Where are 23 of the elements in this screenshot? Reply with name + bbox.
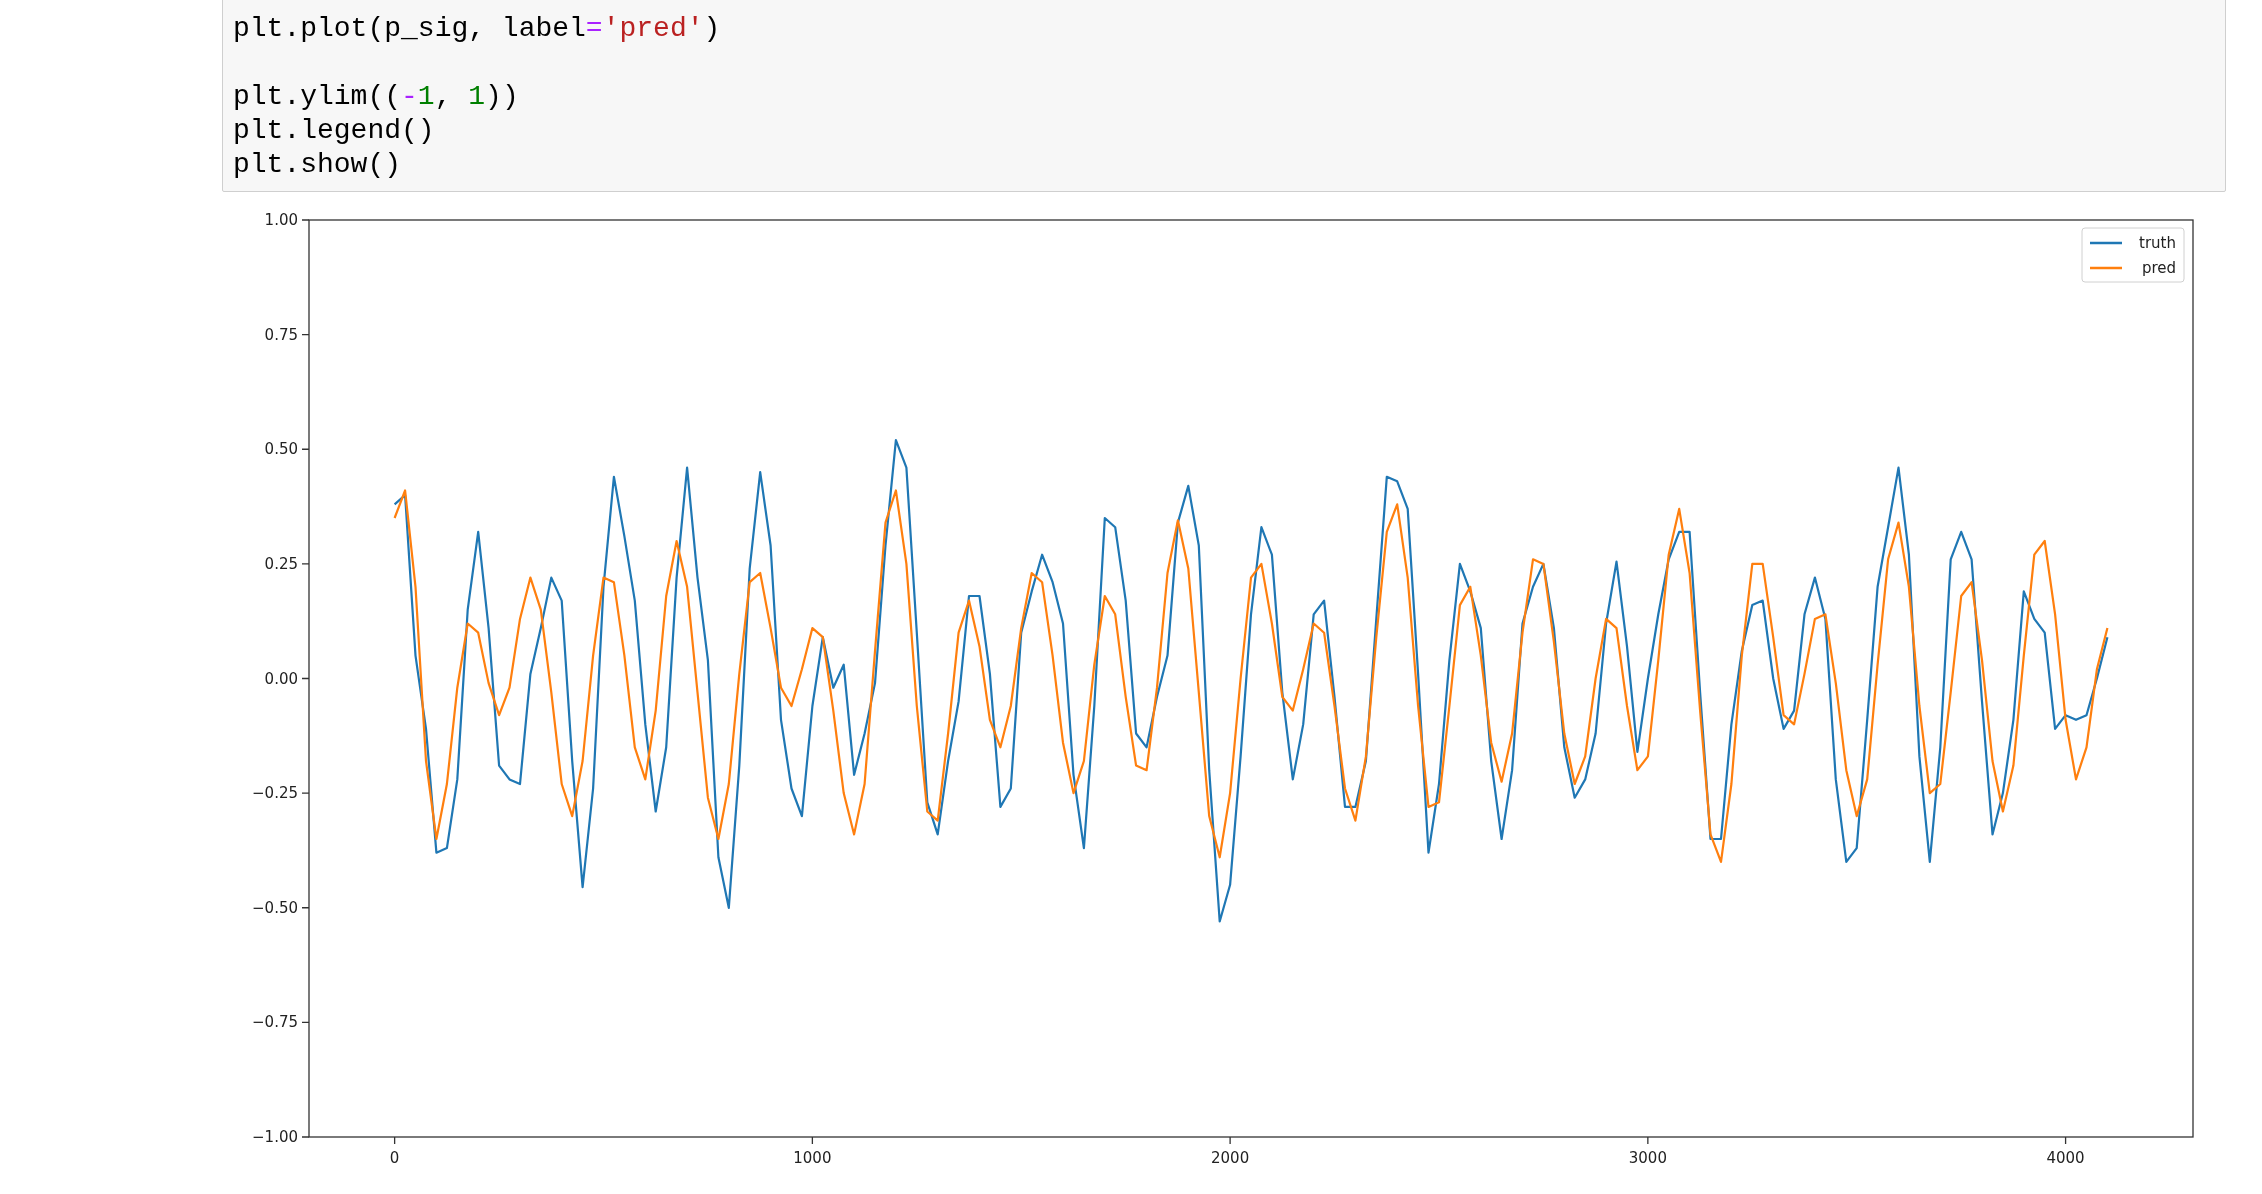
axis-tick-label: 0.50 bbox=[264, 440, 298, 459]
legend-line-sample bbox=[2090, 241, 2122, 245]
code-line: plt.plot(p_sig, label='pred') bbox=[233, 12, 722, 46]
axis-tick-label: −1.00 bbox=[252, 1128, 298, 1146]
code-line: plt.show() bbox=[233, 148, 403, 182]
axis-tick-label: 0.75 bbox=[264, 325, 298, 344]
axis-tick-label: −0.50 bbox=[252, 898, 298, 917]
code-line: plt.ylim((-1, 1)) bbox=[233, 80, 520, 114]
axis-tick-label: 0.00 bbox=[264, 669, 298, 688]
axis-tick-label: 2000 bbox=[1211, 1149, 1250, 1167]
legend-label: truth bbox=[2139, 234, 2176, 252]
axis-tick-label: 0 bbox=[389, 1149, 400, 1167]
axis-tick-label: −0.25 bbox=[252, 784, 298, 803]
code-line: plt.legend() bbox=[233, 114, 436, 148]
axis-tick-label: 4000 bbox=[2046, 1149, 2085, 1167]
axis-tick-label: 1.00 bbox=[264, 211, 298, 229]
axis-tick-label: 0.25 bbox=[264, 554, 298, 573]
axis-tick-label: 1000 bbox=[793, 1149, 832, 1167]
legend-label: pred bbox=[2141, 259, 2176, 277]
axis-tick-label: −0.75 bbox=[252, 1013, 298, 1032]
code-cell[interactable]: plt.plot(p_sig, label='pred') plt.ylim((-1, 1)) plt.legend() plt.show() bbox=[222, 0, 2226, 192]
legend-line-sample bbox=[2090, 266, 2122, 270]
axis-tick-label: 3000 bbox=[1628, 1149, 1667, 1167]
